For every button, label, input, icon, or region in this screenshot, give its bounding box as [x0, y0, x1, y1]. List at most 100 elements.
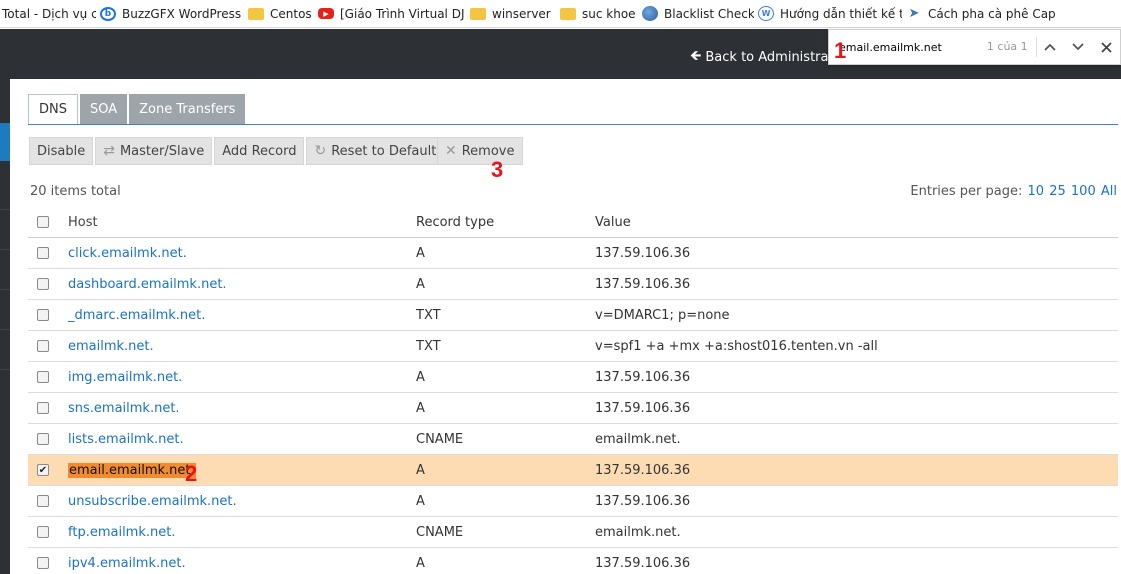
value-cell: emailmk.net.: [595, 524, 681, 540]
row-checkbox[interactable]: ✔: [37, 464, 49, 476]
chevron-up-icon: [1044, 43, 1057, 51]
host-cell: sns.emailmk.net.: [68, 401, 180, 416]
back-label: Back to Administrat: [705, 49, 834, 65]
host-link[interactable]: email.emailmk.net.: [68, 462, 196, 478]
tab-soa[interactable]: SOA: [80, 94, 128, 124]
tab-zone-transfers[interactable]: Zone Transfers: [129, 94, 246, 124]
table-row[interactable]: ipv4.emailmk.net. A 137.59.106.36: [28, 548, 1118, 574]
table-body: click.emailmk.net. A 137.59.106.36 dashboar…: [28, 238, 1118, 574]
find-next-button[interactable]: [1064, 32, 1092, 62]
bookmark-label: [Giáo Trình Virtual DJ: [340, 6, 465, 21]
find-bar: 1 của 1: [828, 29, 1121, 65]
record-type-cell: A: [416, 369, 425, 385]
bookmark-blacklist[interactable]: Blacklist Check: [638, 0, 754, 27]
sidebar-divider: [0, 289, 10, 290]
disable-button[interactable]: Disable: [29, 137, 94, 165]
host-link[interactable]: sns.emailmk.net.: [68, 401, 180, 416]
host-link[interactable]: lists.emailmk.net.: [68, 432, 184, 447]
row-checkbox[interactable]: [37, 247, 49, 259]
entries-option-25[interactable]: 25: [1049, 184, 1066, 199]
find-close-button[interactable]: [1092, 32, 1120, 62]
bookmark-label: Centos: [270, 6, 312, 21]
table-row[interactable]: sns.emailmk.net. A 137.59.106.36: [28, 393, 1118, 424]
row-checkbox[interactable]: [37, 340, 49, 352]
tab-underline: [28, 124, 1118, 125]
add-record-button[interactable]: Add Record: [214, 137, 305, 165]
bookmark-huongdan[interactable]: W Hướng dẫn thiết kế t: [754, 0, 902, 27]
host-link[interactable]: unsubscribe.emailmk.net.: [68, 494, 237, 509]
table-row[interactable]: click.emailmk.net. A 137.59.106.36: [28, 238, 1118, 269]
remove-button[interactable]: ✕ Remove: [437, 137, 523, 165]
table-row[interactable]: _dmarc.emailmk.net. TXT v=DMARC1; p=none: [28, 300, 1118, 331]
bookmark-virtualdj[interactable]: ▶ [Giáo Trình Virtual DJ: [314, 0, 466, 27]
entries-option-all[interactable]: All: [1101, 184, 1117, 199]
bookmark-suckhoe[interactable]: suc khoe: [556, 0, 638, 27]
table-row[interactable]: emailmk.net. TXT v=spf1 +a +mx +a:shost016…: [28, 331, 1118, 362]
bookmark-winserver[interactable]: winserver: [466, 0, 556, 27]
sidebar-active-item[interactable]: [0, 123, 10, 161]
reset-icon: ↻: [314, 143, 327, 159]
row-checkbox[interactable]: [37, 278, 49, 290]
folder-icon: [560, 7, 576, 20]
table-row[interactable]: dashboard.emailmk.net. A 137.59.106.36: [28, 269, 1118, 300]
entries-label: Entries per page:: [910, 184, 1023, 199]
record-type-cell: TXT: [416, 338, 441, 354]
circle-b-icon: b: [100, 6, 116, 21]
host-link[interactable]: dashboard.emailmk.net.: [68, 277, 227, 292]
host-link[interactable]: click.emailmk.net.: [68, 246, 187, 261]
remove-label: Remove: [461, 143, 515, 159]
sidebar-divider: [0, 369, 10, 370]
bookmark-label: Blacklist Check: [664, 6, 754, 21]
reset-default-button[interactable]: ↻ Reset to Default: [306, 137, 445, 165]
disable-label: Disable: [37, 143, 86, 159]
find-prev-button[interactable]: [1037, 32, 1065, 62]
bookmark-label: Cách pha cà phê Cap: [928, 6, 1056, 21]
youtube-icon: ▶: [318, 8, 334, 19]
bookmark-caphe[interactable]: ➤ Cách pha cà phê Cap: [902, 0, 1121, 27]
find-count: 1 của 1: [979, 37, 1037, 57]
row-checkbox[interactable]: [37, 526, 49, 538]
row-checkbox[interactable]: [37, 495, 49, 507]
master-slave-button[interactable]: ⇄ Master/Slave: [95, 137, 213, 165]
add-record-label: Add Record: [222, 143, 297, 159]
table-row[interactable]: unsubscribe.emailmk.net. A 137.59.106.36: [28, 486, 1118, 517]
row-checkbox[interactable]: [37, 402, 49, 414]
arrow-icon: ➤: [908, 6, 920, 21]
host-cell: dashboard.emailmk.net.: [68, 277, 227, 292]
value-cell: 137.59.106.36: [595, 276, 691, 292]
table-row[interactable]: lists.emailmk.net. CNAME emailmk.net.: [28, 424, 1118, 455]
value-cell: 137.59.106.36: [595, 462, 691, 478]
value-cell: v=spf1 +a +mx +a:shost016.tenten.vn -all: [595, 338, 878, 354]
bookmark-centos[interactable]: Centos: [244, 0, 314, 27]
entries-option-10[interactable]: 10: [1028, 184, 1045, 199]
bookmark-label: suc khoe: [582, 6, 636, 21]
record-type-cell: A: [416, 555, 425, 571]
find-input[interactable]: [829, 32, 979, 62]
table-row[interactable]: img.emailmk.net. A 137.59.106.36: [28, 362, 1118, 393]
dns-tabs: DNS SOA Zone Transfers: [28, 94, 247, 125]
select-all-checkbox[interactable]: [37, 216, 49, 228]
row-checkbox[interactable]: [37, 309, 49, 321]
arrow-left-icon: 🡸: [690, 48, 702, 64]
row-checkbox[interactable]: [37, 371, 49, 383]
entries-option-100[interactable]: 100: [1071, 184, 1096, 199]
table-row[interactable]: ftp.emailmk.net. CNAME emailmk.net.: [28, 517, 1118, 548]
row-checkbox[interactable]: [37, 557, 49, 569]
host-link[interactable]: ftp.emailmk.net.: [68, 525, 175, 540]
chevron-down-icon: [1072, 43, 1084, 51]
table-header-row: Host Record type Value: [28, 207, 1118, 238]
value-cell: 137.59.106.36: [595, 400, 691, 416]
bookmark-buzzgfx[interactable]: b BuzzGFX WordPress /: [96, 0, 244, 27]
record-type-cell: A: [416, 245, 425, 261]
back-to-admin-link[interactable]: 🡸 Back to Administrat: [690, 45, 834, 69]
tab-dns[interactable]: DNS: [28, 94, 78, 125]
host-link[interactable]: ipv4.emailmk.net.: [68, 556, 186, 571]
entries-per-page: Entries per page: 10 25 100 All: [910, 184, 1117, 199]
row-checkbox[interactable]: [37, 433, 49, 445]
bookmark-label: winserver: [492, 6, 551, 21]
bookmark-total[interactable]: Total - Dịch vụ c: [0, 0, 96, 27]
host-link[interactable]: _dmarc.emailmk.net.: [68, 308, 205, 323]
bookmark-label: Total - Dịch vụ c: [2, 6, 96, 21]
host-link[interactable]: emailmk.net.: [68, 339, 154, 354]
host-link[interactable]: img.emailmk.net.: [68, 370, 182, 385]
